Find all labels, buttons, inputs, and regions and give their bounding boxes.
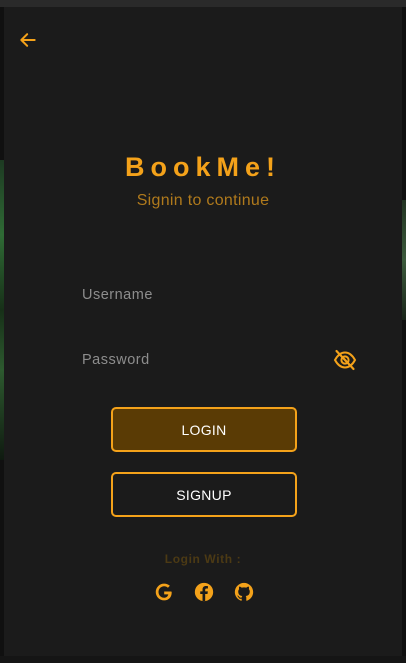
github-login-button[interactable] bbox=[232, 580, 256, 604]
top-bar bbox=[0, 0, 406, 7]
facebook-icon bbox=[194, 582, 214, 602]
signup-button[interactable]: SIGNUP bbox=[111, 472, 297, 517]
back-button[interactable] bbox=[14, 26, 42, 54]
app-subtitle: Signin to continue bbox=[136, 192, 270, 209]
login-button[interactable]: LOGIN bbox=[111, 407, 297, 452]
eye-slash-icon bbox=[333, 349, 357, 371]
login-with-heading: Login With : bbox=[164, 552, 242, 566]
backdrop-image-edge-right bbox=[402, 200, 406, 320]
username-field-wrapper bbox=[82, 281, 358, 309]
bottom-bar bbox=[0, 656, 406, 663]
password-field-wrapper bbox=[82, 346, 358, 374]
password-input[interactable] bbox=[82, 346, 322, 374]
username-input[interactable] bbox=[82, 281, 322, 309]
google-icon bbox=[155, 583, 172, 601]
github-icon bbox=[234, 582, 254, 601]
password-visibility-toggle[interactable] bbox=[332, 348, 358, 372]
google-login-button[interactable] bbox=[152, 580, 176, 604]
facebook-login-button[interactable] bbox=[192, 580, 216, 604]
app-title: BookMe! bbox=[125, 152, 281, 182]
arrow-left-icon bbox=[20, 33, 36, 47]
